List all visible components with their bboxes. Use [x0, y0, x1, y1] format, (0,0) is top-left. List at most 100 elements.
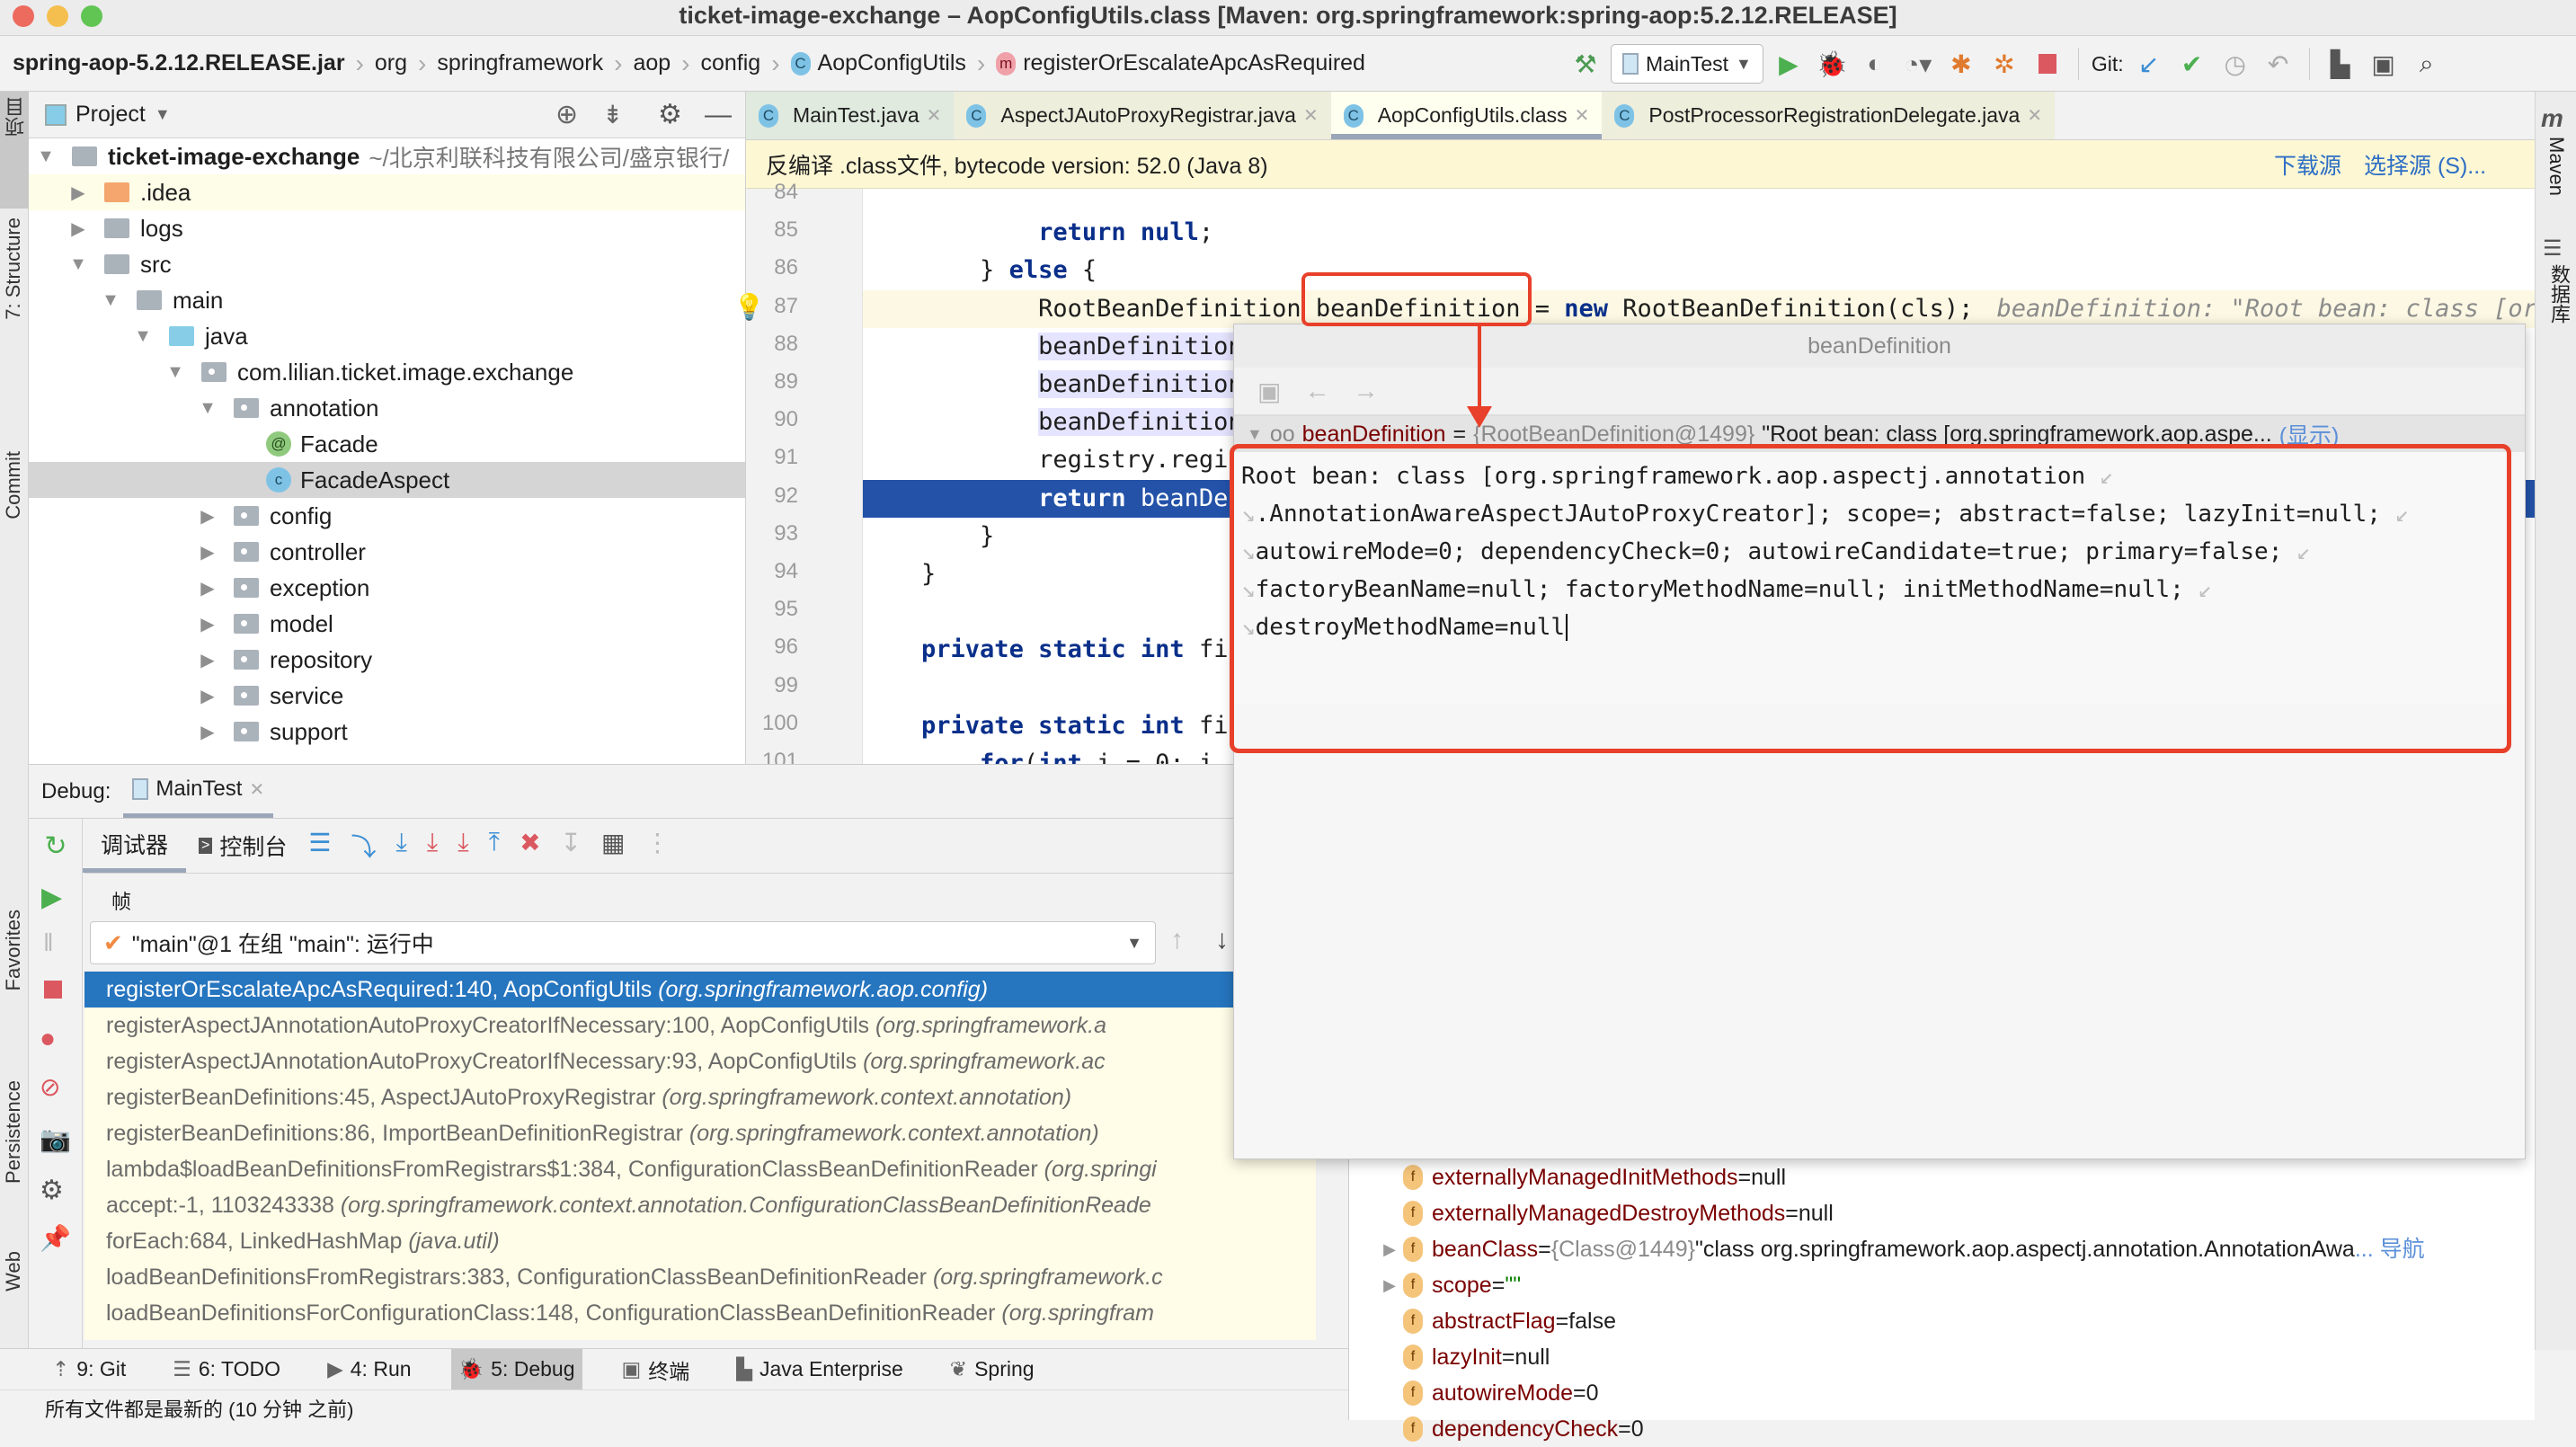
stop-icon[interactable]	[2030, 46, 2065, 82]
tool-window-persistence[interactable]: Persistence	[0, 1080, 29, 1260]
close-icon[interactable]: ✕	[1303, 104, 1319, 127]
tree-item[interactable]: ▶ support	[29, 714, 745, 750]
tree-item[interactable]: ▶ .idea	[29, 174, 745, 210]
thread-select[interactable]: ✔ "main"@1 在组 "main": 运行中 ▼	[90, 921, 1156, 964]
debug-session-tab[interactable]: MainTest ✕	[123, 765, 274, 818]
breadcrumb-jar[interactable]: spring-aop-5.2.12.RELEASE.jar	[0, 36, 351, 91]
step-out-icon[interactable]: ⤒	[489, 828, 500, 864]
stack-frame[interactable]: registerAspectJAnnotationAutoProxyCreato…	[84, 1008, 1316, 1043]
tree-item[interactable]: ▶ service	[29, 678, 745, 714]
project-structure-icon[interactable]: ▙	[2323, 46, 2358, 82]
tree-item[interactable]: ▶ exception	[29, 570, 745, 606]
git-history-icon[interactable]: ◷	[2217, 46, 2253, 82]
close-icon[interactable]: ✕	[249, 778, 264, 801]
search-icon[interactable]: ⌕	[2409, 46, 2445, 82]
resume-icon[interactable]: ▶	[41, 882, 62, 913]
variable-row[interactable]: f dependencyCheck = 0	[1349, 1411, 1644, 1447]
collapse-all-icon[interactable]: ⇟	[602, 100, 623, 129]
git-update-icon[interactable]: ↙	[2131, 46, 2167, 82]
breadcrumb-org[interactable]: org	[369, 36, 413, 91]
breadcrumb-config[interactable]: config	[696, 36, 767, 91]
tool-window-structure[interactable]: 7: Structure	[0, 217, 29, 442]
show-execution-point-icon[interactable]: ⤵	[351, 828, 376, 864]
tree-item[interactable]: ▼ src	[29, 246, 745, 282]
run-configuration-select[interactable]: MainTest ▼	[1611, 44, 1763, 84]
stack-frame[interactable]: registerAspectJAnnotationAutoProxyCreato…	[84, 1043, 1316, 1079]
tab-debugger[interactable]: 调试器	[83, 819, 187, 873]
breadcrumb-springframework[interactable]: springframework	[431, 36, 608, 91]
stack-frame[interactable]: registerOrEscalateApcAsRequired:140, Aop…	[84, 972, 1316, 1008]
code-line[interactable]	[863, 189, 2535, 214]
run-anything-icon[interactable]: ▣	[2366, 46, 2402, 82]
tool-window-run[interactable]: ▶ 4: Run	[320, 1349, 418, 1389]
run-to-cursor-icon[interactable]: ↧	[561, 828, 582, 864]
mute-breakpoints-icon[interactable]: ⊘	[40, 1072, 60, 1102]
step-over-icon[interactable]: ⤓	[396, 828, 407, 864]
profile-icon[interactable]: ◔▾	[1900, 46, 1936, 82]
back-arrow-icon[interactable]: ←	[1304, 377, 1329, 405]
tree-item[interactable]: c FacadeAspect	[29, 462, 745, 498]
tool-window-favorites[interactable]: Favorites	[0, 910, 29, 1044]
tree-item[interactable]: ▼ main	[29, 282, 745, 318]
tree-item[interactable]: ▶ model	[29, 606, 745, 642]
tab-aopconfigutils[interactable]: C AopConfigUtils.class ✕	[1330, 92, 1603, 139]
trace-icon[interactable]: ⋮	[644, 828, 670, 864]
hide-icon[interactable]: —	[705, 100, 732, 130]
tool-window-maven[interactable]: Maven	[2545, 137, 2568, 196]
tree-item[interactable]: ▶ logs	[29, 210, 745, 246]
pause-icon[interactable]: ‖	[43, 928, 54, 957]
variable-row[interactable]: f autowireMode = 0	[1349, 1375, 1599, 1411]
git-commit-icon[interactable]: ✔	[2174, 46, 2210, 82]
stop-icon[interactable]	[44, 981, 62, 999]
coverage-icon[interactable]: ◐	[1857, 46, 1893, 82]
breadcrumb-aop[interactable]: aop	[627, 36, 676, 91]
variable-row[interactable]: ▶ f scope = ""	[1349, 1267, 1521, 1303]
breadcrumb-method[interactable]: m registerOrEscalateApcAsRequired	[990, 36, 1371, 91]
run-icon[interactable]: ▶	[1771, 46, 1807, 82]
tool-window-web[interactable]: Web	[0, 1251, 29, 1341]
tool-window-todo[interactable]: ☰ 6: TODO	[165, 1349, 288, 1389]
close-icon[interactable]: ✕	[1575, 104, 1590, 127]
code-line[interactable]: } else {	[863, 252, 2535, 289]
tool-window-spring[interactable]: ❦ Spring	[943, 1349, 1042, 1389]
tool-window-commit[interactable]: Commit	[0, 451, 29, 577]
inspect-icon[interactable]: ▣	[1257, 377, 1281, 406]
collapsed-icon[interactable]: ▶	[1367, 1267, 1403, 1303]
tab-maintest[interactable]: C MainTest.java ✕	[746, 92, 955, 139]
camera-icon[interactable]: 📷	[40, 1124, 71, 1154]
next-frame-icon[interactable]: ↓	[1215, 925, 1229, 955]
breadcrumb-class[interactable]: C AopConfigUtils	[786, 36, 972, 91]
close-icon[interactable]: ✕	[927, 104, 942, 127]
debug-icon[interactable]: 🐞	[1814, 46, 1850, 82]
code-line[interactable]: RootBeanDefinition beanDefinition = new …	[863, 289, 2535, 328]
tab-aspectjautoproxyregistrar[interactable]: C AspectJAutoProxyRegistrar.java ✕	[954, 92, 1331, 139]
pin-icon[interactable]: 📌	[40, 1223, 71, 1253]
tree-root[interactable]: ▼ ticket-image-exchange ~/北京利联科技有限公司/盛京银…	[29, 138, 745, 174]
tree-item[interactable]: @ Facade	[29, 426, 745, 462]
stack-frame[interactable]: accept:-1, 1103243338 (org.springframewo…	[84, 1187, 1316, 1223]
navigate-link[interactable]: ... 导航	[2355, 1231, 2425, 1267]
variable-row[interactable]: f lazyInit = null	[1349, 1339, 1550, 1375]
layout-icon[interactable]: ☰	[308, 828, 331, 864]
chevron-down-icon[interactable]: ▼	[155, 105, 171, 124]
previous-frame-icon[interactable]: ↑	[1170, 925, 1184, 955]
attach-icon[interactable]: ✱	[1943, 46, 1979, 82]
stack-frame[interactable]: registerBeanDefinitions:86, ImportBeanDe…	[84, 1115, 1316, 1151]
choose-sources-link[interactable]: 选择源 (S)...	[2364, 148, 2486, 181]
gear-icon[interactable]: ⚙	[658, 99, 682, 130]
tool-window-git[interactable]: ⇡ 9: Git	[45, 1349, 133, 1389]
stack-frame[interactable]: forEach:684, LinkedHashMap (java.util)	[84, 1223, 1316, 1259]
tree-item[interactable]: ▼ annotation	[29, 390, 745, 426]
code-line[interactable]: return null;	[863, 214, 2535, 252]
settings-icon[interactable]: ⚙	[40, 1175, 64, 1206]
tab-postprocessorregistrationdelegate[interactable]: C PostProcessorRegistrationDelegate.java ✕	[1602, 92, 2056, 139]
evaluate-expression-icon[interactable]: ▦	[601, 828, 625, 864]
force-step-into-icon[interactable]: ⤓	[457, 828, 468, 864]
attach-debug-icon[interactable]: ✲	[1986, 46, 2022, 82]
tree-item[interactable]: ▶ controller	[29, 534, 745, 570]
step-into-icon[interactable]: ⤓	[427, 828, 438, 864]
stack-frame[interactable]: registerBeanDefinitions:45, AspectJAutoP…	[84, 1079, 1316, 1115]
stack-frame[interactable]: loadBeanDefinitionsForConfigurationClass…	[84, 1295, 1316, 1331]
tree-item[interactable]: ▶ repository	[29, 642, 745, 678]
tab-console[interactable]: > 控制台	[186, 830, 299, 862]
